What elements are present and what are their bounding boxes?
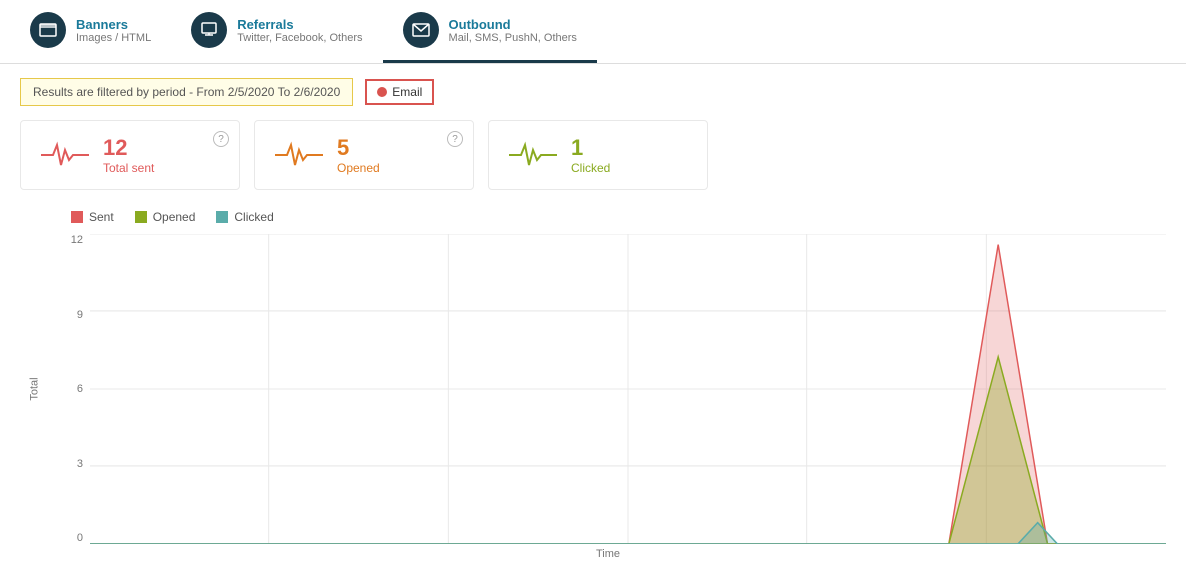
x-axis-label: Time [50, 544, 1166, 564]
legend-opened-label: Opened [153, 210, 196, 224]
legend-sent-label: Sent [89, 210, 114, 224]
opened-pulse-icon [275, 140, 323, 170]
main-container: Banners Images / HTML Referrals Twitter,… [0, 0, 1186, 585]
banners-tab-title: Banners [76, 17, 151, 32]
tab-banners[interactable]: Banners Images / HTML [10, 0, 171, 63]
total-sent-number: 12 [103, 135, 154, 161]
outbound-tab-sub: Mail, SMS, PushN, Others [449, 32, 577, 44]
banners-tab-text: Banners Images / HTML [76, 17, 151, 44]
email-badge-label: Email [392, 85, 422, 99]
email-dot-icon [377, 87, 387, 97]
total-sent-values: 12 Total sent [103, 135, 154, 175]
clicked-number: 1 [571, 135, 610, 161]
chart-legend: Sent Opened Clicked [10, 210, 1166, 234]
total-sent-help-icon[interactable]: ? [213, 131, 229, 147]
y-tick-9: 9 [77, 309, 83, 321]
stat-card-clicked: 1 Clicked [488, 120, 708, 190]
clicked-values: 1 Clicked [571, 135, 610, 175]
banners-tab-sub: Images / HTML [76, 32, 151, 44]
stats-row: 12 Total sent ? 5 Opened ? [0, 120, 1186, 200]
y-axis-label: Total [29, 377, 41, 400]
referrals-tab-sub: Twitter, Facebook, Others [237, 32, 362, 44]
tab-outbound[interactable]: Outbound Mail, SMS, PushN, Others [383, 0, 597, 63]
opened-help-icon[interactable]: ? [447, 131, 463, 147]
referrals-tab-title: Referrals [237, 17, 362, 32]
y-tick-12: 12 [71, 234, 83, 246]
legend-clicked: Clicked [215, 210, 273, 224]
opened-number: 5 [337, 135, 380, 161]
legend-clicked-label: Clicked [234, 210, 273, 224]
legend-sent: Sent [70, 210, 114, 224]
email-badge[interactable]: Email [365, 79, 434, 105]
referrals-icon [191, 12, 227, 48]
chart-svg [90, 234, 1166, 544]
clicked-pulse-icon [509, 140, 557, 170]
opened-label: Opened [337, 161, 380, 175]
tab-referrals[interactable]: Referrals Twitter, Facebook, Others [171, 0, 382, 63]
outbound-tab-title: Outbound [449, 17, 577, 32]
tabs-bar: Banners Images / HTML Referrals Twitter,… [0, 0, 1186, 64]
filter-bar: Results are filtered by period - From 2/… [0, 64, 1186, 120]
chart-area: Sent Opened Clicked Total [0, 200, 1186, 574]
stat-card-total-sent: 12 Total sent ? [20, 120, 240, 190]
outbound-icon [403, 12, 439, 48]
outbound-tab-text: Outbound Mail, SMS, PushN, Others [449, 17, 577, 44]
filter-text: Results are filtered by period - From 2/… [20, 78, 353, 106]
clicked-label: Clicked [571, 161, 610, 175]
stat-card-opened: 5 Opened ? [254, 120, 474, 190]
total-sent-pulse-icon [41, 140, 89, 170]
y-tick-3: 3 [77, 458, 83, 470]
y-tick-6: 6 [77, 383, 83, 395]
total-sent-label: Total sent [103, 161, 154, 175]
banners-icon [30, 12, 66, 48]
legend-opened: Opened [134, 210, 196, 224]
referrals-tab-text: Referrals Twitter, Facebook, Others [237, 17, 362, 44]
opened-values: 5 Opened [337, 135, 380, 175]
y-tick-0: 0 [77, 532, 83, 544]
